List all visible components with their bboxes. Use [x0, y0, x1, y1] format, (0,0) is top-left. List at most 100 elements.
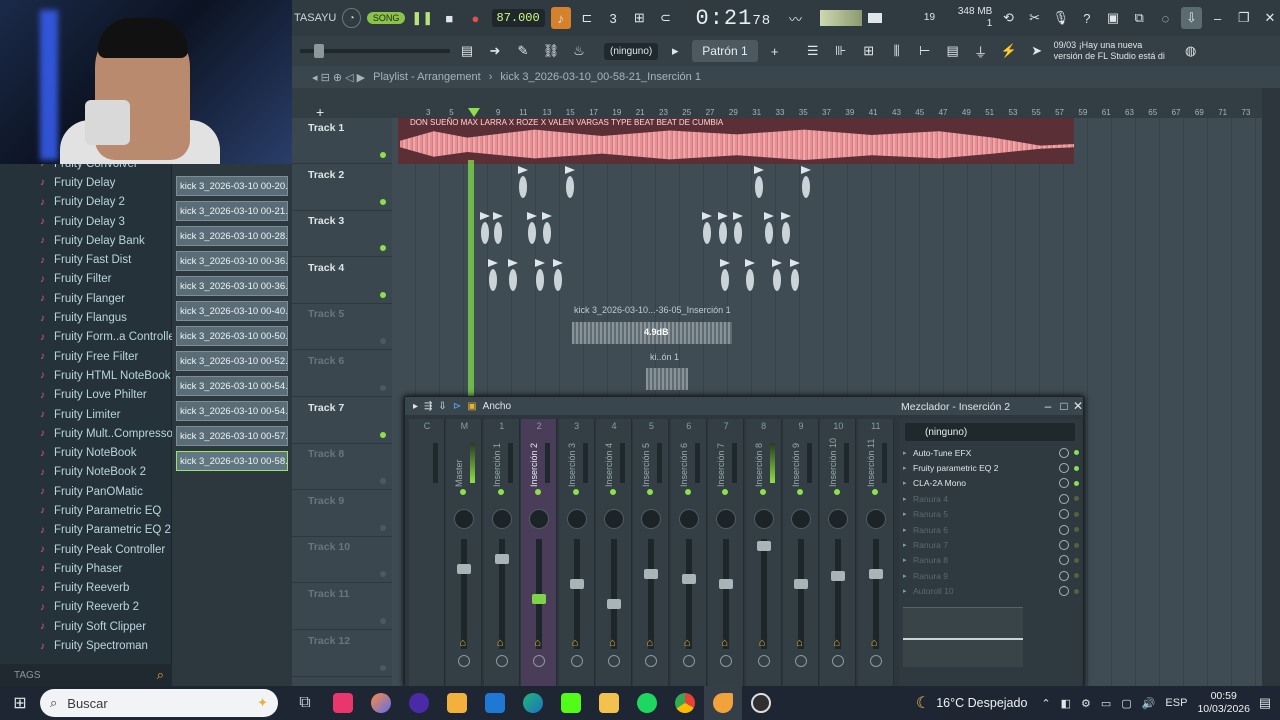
slot-led[interactable]	[1074, 465, 1079, 471]
battery-icon[interactable]: ▭	[1101, 697, 1111, 710]
cut-icon[interactable]: ✂	[1024, 7, 1044, 29]
mixer-strip[interactable]: 6 Inserción 6 ⌂	[670, 419, 707, 687]
kick-clip[interactable]	[718, 259, 732, 293]
mix-knob-icon[interactable]	[1059, 524, 1069, 535]
mixer-strip[interactable]: C	[409, 419, 445, 687]
plugin-item[interactable]: Fruity Delay 3	[0, 212, 171, 231]
clip-item[interactable]: kick 3_2026-03-10 00-28..	[176, 226, 288, 246]
plug-icon[interactable]: ⏚	[970, 40, 992, 62]
track-mute-led[interactable]	[380, 291, 386, 298]
record-arm-icon[interactable]	[720, 655, 733, 667]
plugin-item[interactable]: Fruity Parametric EQ 2	[0, 521, 171, 540]
fx-slot[interactable]: Autoroll 10	[899, 584, 1081, 599]
track-header[interactable]: Track 1	[292, 118, 392, 164]
channel-select[interactable]: (ninguno)	[604, 42, 659, 60]
pan-knob[interactable]	[865, 509, 886, 529]
strip-led[interactable]	[647, 489, 654, 495]
playhead[interactable]	[468, 160, 474, 398]
timeline-ruler[interactable]: +3 5 7 9 11 13 15 17 19 21 23 25 27 29 31 33 35 37 39 41 43 4…	[292, 88, 1262, 120]
plugin-item[interactable]: Fruity Mult..Compressor	[0, 424, 177, 443]
mixer-strip[interactable]: 8 Inserción 8 ⌂	[745, 419, 782, 687]
master-volume-slider[interactable]	[300, 44, 450, 58]
kick-clip[interactable]	[491, 212, 505, 246]
copilot-icon[interactable]	[362, 686, 400, 720]
plugin-item[interactable]: Fruity Delay Bank	[0, 231, 171, 250]
mixer-icon[interactable]: ⫼	[886, 40, 908, 62]
outlook-icon[interactable]	[476, 686, 514, 720]
strip-led[interactable]	[834, 489, 841, 495]
plugin-item[interactable]: Fruity Peak Controller	[0, 540, 171, 559]
clip-item[interactable]: kick 3_2026-03-10 00-52..	[176, 351, 288, 371]
record-arm-icon[interactable]	[570, 655, 583, 667]
volume-fader[interactable]	[573, 539, 580, 649]
globe-icon[interactable]: ◍	[1180, 40, 1202, 62]
kick-clip[interactable]	[478, 212, 492, 246]
plugin-item[interactable]: Fruity Delay 2	[0, 193, 171, 212]
mixer-tool3-icon[interactable]: ⊳	[453, 401, 461, 412]
mixer-strip[interactable]: 2 Inserción 2 ⌂	[521, 419, 558, 687]
pan-knob[interactable]	[529, 509, 550, 529]
channel-rack-icon[interactable]: ⊞	[858, 40, 880, 62]
track-mute-led[interactable]	[380, 431, 386, 438]
plugin-item[interactable]: Fruity Soft Clipper	[0, 617, 171, 636]
cortana-icon[interactable]	[400, 686, 438, 720]
pan-knob[interactable]	[641, 509, 662, 529]
clip-item[interactable]: kick 3_2026-03-10 00-57..	[176, 426, 288, 446]
obs-icon[interactable]	[742, 686, 780, 720]
fader-cap[interactable]	[569, 579, 584, 589]
song-mode-toggle[interactable]: SONG	[366, 12, 406, 24]
news-panel[interactable]: 09/03 ¡Hay una nueva versión de FL Studi…	[1054, 40, 1174, 62]
mixer-strip[interactable]: 5 Inserción 5 ⌂	[633, 419, 670, 687]
restore-icon[interactable]: ❐	[1234, 7, 1254, 29]
kick-clip[interactable]	[716, 212, 730, 246]
route-icon[interactable]: ⌂	[459, 637, 469, 649]
tray-chevron-icon[interactable]: ⌃	[1041, 697, 1050, 710]
plugin-item[interactable]: Fruity HTML NoteBook	[0, 366, 171, 385]
slot-led[interactable]	[1074, 588, 1079, 594]
fader-cap[interactable]	[607, 599, 621, 609]
track-header[interactable]: Track 7	[292, 398, 392, 444]
pan-knob[interactable]	[454, 509, 475, 529]
audio-clip-track1[interactable]: DON SUEÑO MAX LARRA X ROZE X VALEN VARGA…	[398, 118, 1074, 164]
mixer-close-icon[interactable]: ✕	[1071, 399, 1085, 413]
arrow-right-icon[interactable]: ➜	[484, 40, 506, 62]
mixer-arrow-icon[interactable]: ▸	[413, 401, 418, 412]
volume-fader[interactable]	[723, 539, 730, 649]
flstudio-icon[interactable]	[704, 686, 742, 720]
mixer-strip[interactable]: 11 Inserción 11 ⌂	[857, 419, 894, 687]
piano-roll-icon[interactable]: ⊪	[830, 40, 852, 62]
language-indicator[interactable]: ESP	[1165, 697, 1187, 709]
pan-knob[interactable]	[753, 509, 774, 529]
mixer-width-icon[interactable]: ▣	[467, 401, 476, 412]
playlist-arrows[interactable]: ◂ ⊟ ⊕ ◁ ▶	[312, 71, 365, 84]
route-icon[interactable]: ⌂	[497, 637, 507, 649]
volume-fader[interactable]	[461, 539, 468, 649]
mixer-strip[interactable]: 1 Inserción 1 ⌂	[483, 419, 520, 687]
plugin-item[interactable]: Fruity Spectroman	[0, 636, 171, 655]
arrow-icon[interactable]: ➤	[1026, 40, 1048, 62]
plugin-item[interactable]: Fruity Form..a Controller	[0, 328, 179, 347]
fx-slot[interactable]: Ranura 5	[899, 507, 1081, 522]
mixer-maximize-icon[interactable]: □	[1057, 399, 1071, 413]
slot-led[interactable]	[1074, 511, 1079, 517]
plugin-item[interactable]: Fruity Delay	[0, 173, 171, 192]
tray-app-icon[interactable]: ◧	[1061, 697, 1071, 710]
pan-knob[interactable]	[828, 509, 849, 529]
record-arm-icon[interactable]	[495, 655, 508, 667]
plugin-item[interactable]: Fruity Free Filter	[0, 347, 171, 366]
fader-cap[interactable]	[644, 569, 659, 579]
route-icon[interactable]: ⌂	[796, 637, 806, 649]
mix-knob-icon[interactable]	[1059, 463, 1069, 474]
taskbar-search[interactable]: ⌕ Buscar ✦	[40, 689, 278, 717]
plugin-item[interactable]: Fruity NoteBook	[0, 443, 171, 462]
kick-clip[interactable]	[540, 212, 554, 246]
fx-slot[interactable]: Ranura 9	[899, 568, 1081, 583]
strip-led[interactable]	[759, 489, 766, 495]
pan-knob[interactable]	[716, 509, 737, 529]
route-icon[interactable]: ⌂	[871, 637, 881, 649]
fx-slot[interactable]: Auto-Tune EFX	[899, 445, 1081, 460]
vertical-scrollbar[interactable]	[1262, 88, 1280, 686]
track-mute-led[interactable]	[380, 618, 386, 624]
record-arm-icon[interactable]	[458, 655, 471, 667]
clip-item[interactable]: kick 3_2026-03-10 00-58..	[176, 451, 288, 471]
